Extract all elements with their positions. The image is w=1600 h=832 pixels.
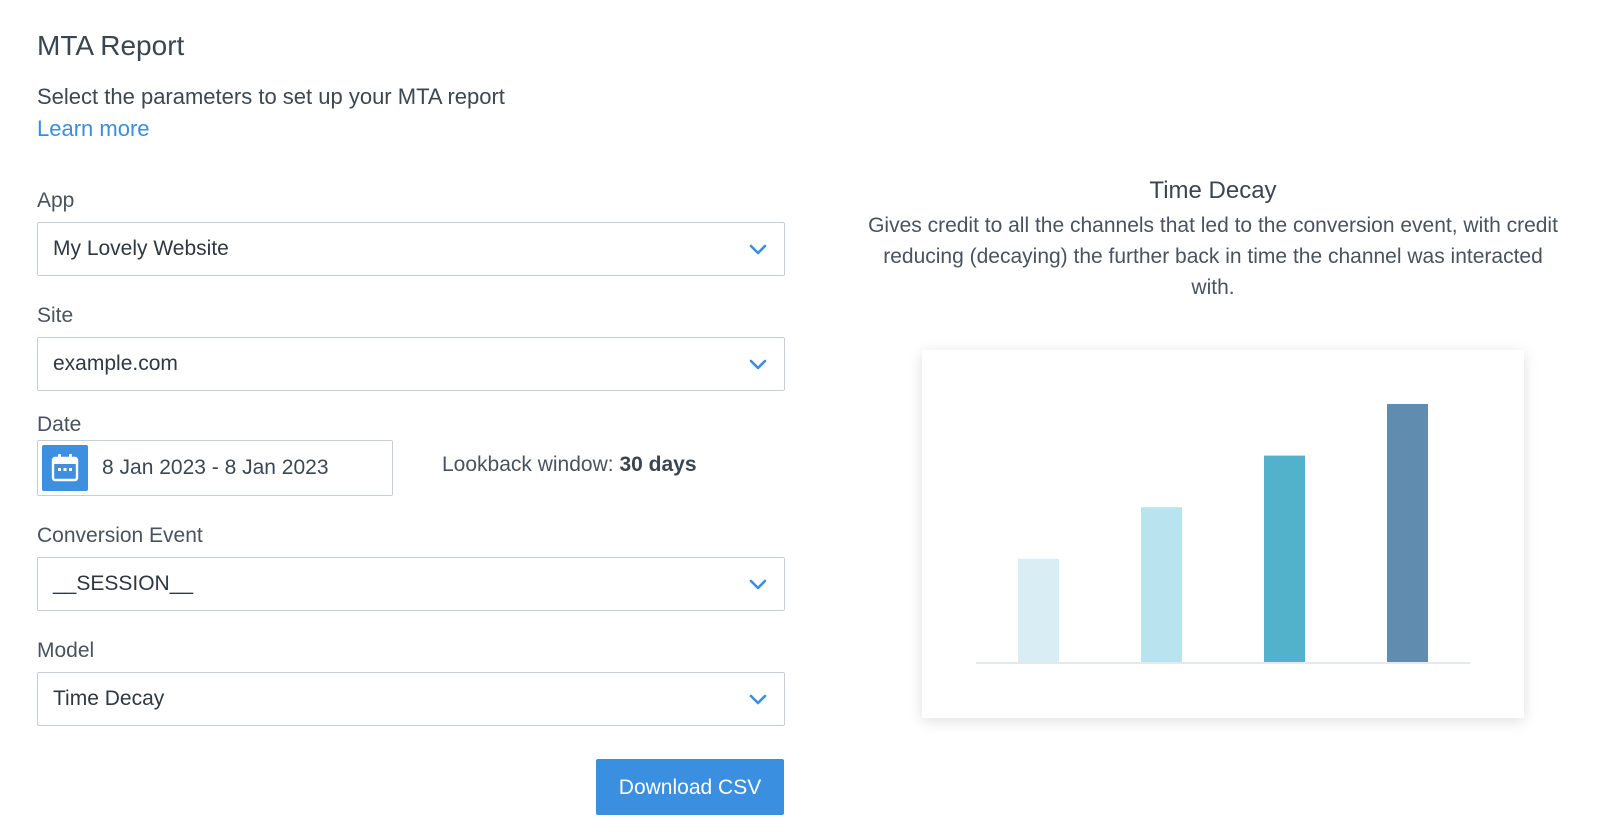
learn-more-link[interactable]: Learn more (37, 114, 150, 144)
model-label: Model (37, 639, 95, 662)
chart-bar-4 (1387, 404, 1428, 662)
time-decay-chart (976, 404, 1470, 664)
page-subtitle: Select the parameters to set up your MTA… (37, 84, 505, 109)
lookback-label: Lookback window: (442, 453, 614, 476)
model-chart-card (922, 350, 1524, 718)
chevron-down-icon (749, 579, 767, 590)
conversion-event-select[interactable]: __SESSION__ (37, 557, 785, 611)
site-select-value: example.com (53, 352, 178, 375)
chevron-down-icon (749, 359, 767, 370)
app-select-value: My Lovely Website (53, 237, 229, 260)
date-range-picker[interactable]: 8 Jan 2023 - 8 Jan 2023 (37, 440, 393, 496)
lookback-window: Lookback window: 30 days (442, 450, 697, 480)
page-title: MTA Report (37, 30, 185, 61)
app-select[interactable]: My Lovely Website (37, 222, 785, 276)
model-description: Gives credit to all the channels that le… (868, 214, 1558, 299)
model-title: Time Decay (1149, 177, 1277, 204)
date-label: Date (37, 413, 82, 436)
site-label: Site (37, 304, 74, 327)
calendar-button[interactable] (42, 445, 88, 491)
date-range-value: 8 Jan 2023 - 8 Jan 2023 (102, 456, 329, 479)
site-select[interactable]: example.com (37, 337, 785, 391)
chevron-down-icon (749, 694, 767, 705)
chart-bar-1 (1018, 558, 1059, 662)
calendar-icon (51, 454, 79, 482)
lookback-value: 30 days (619, 453, 697, 476)
download-csv-button[interactable]: Download CSV (596, 759, 784, 815)
chevron-down-icon (749, 244, 767, 255)
conversion-event-value: __SESSION__ (53, 572, 194, 595)
app-label: App (37, 189, 75, 212)
chart-bar-3 (1264, 455, 1305, 662)
conversion-event-label: Conversion Event (37, 524, 203, 547)
model-select-value: Time Decay (53, 687, 165, 710)
chart-bar-2 (1141, 507, 1182, 662)
model-select[interactable]: Time Decay (37, 672, 785, 726)
